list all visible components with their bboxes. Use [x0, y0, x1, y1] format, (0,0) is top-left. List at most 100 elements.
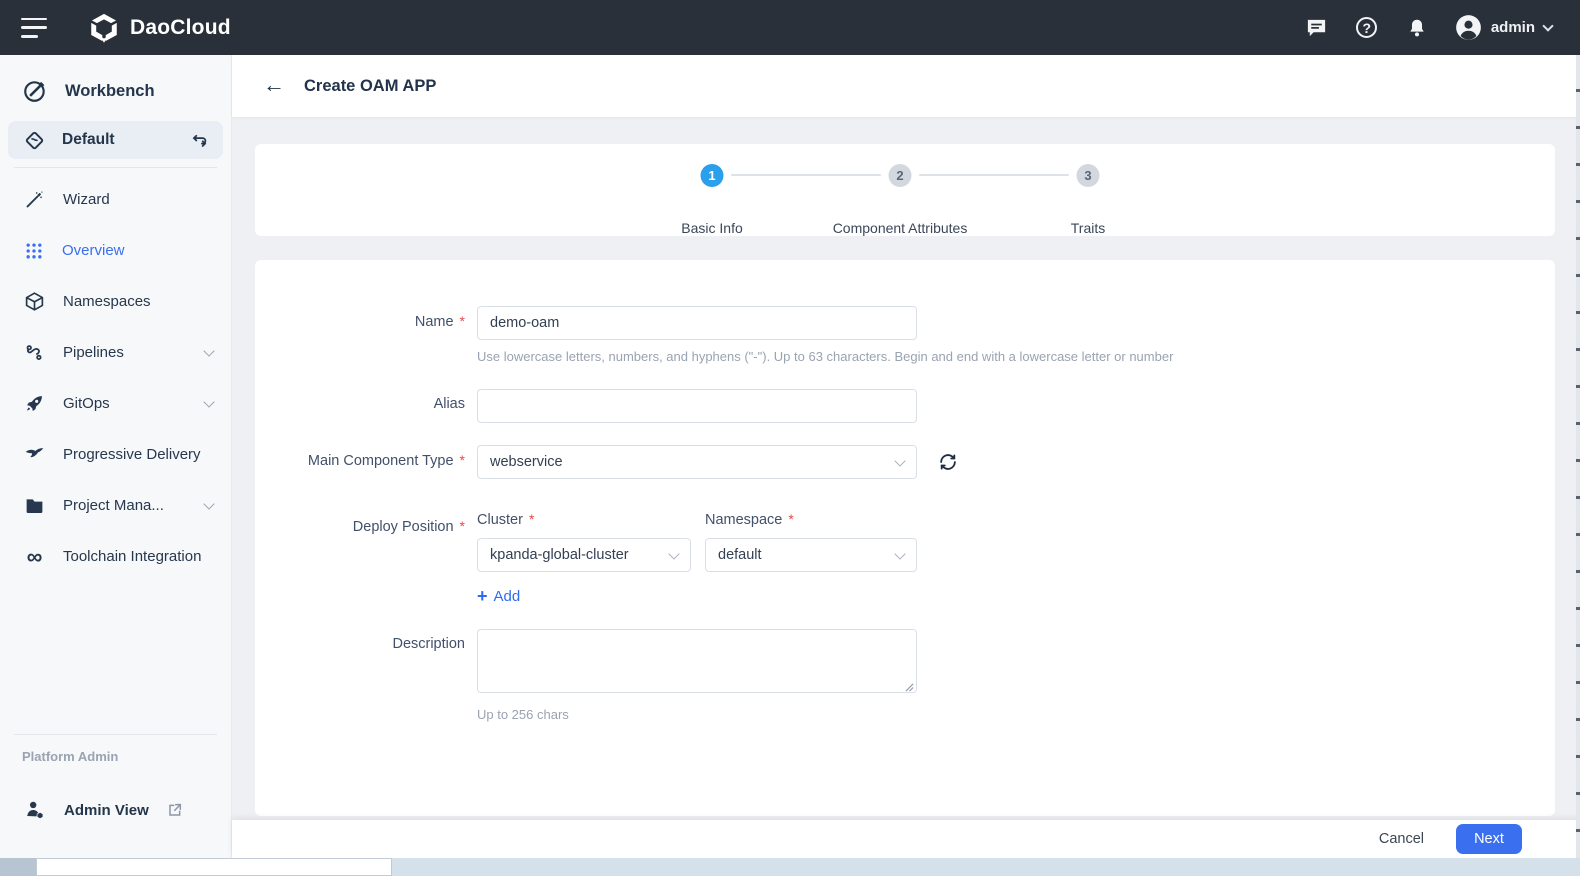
- admin-user-icon: [24, 799, 46, 821]
- namespace-select[interactable]: default: [705, 538, 917, 572]
- username: admin: [1490, 19, 1535, 36]
- horizontal-scrollbar[interactable]: [0, 858, 1580, 876]
- scrollbar-corner: [0, 858, 36, 876]
- form-footer: Cancel Next: [232, 820, 1580, 858]
- sidebar-item-workbench[interactable]: Workbench: [22, 71, 231, 111]
- main-component-type-select[interactable]: webservice: [477, 445, 917, 479]
- deploy-position-label: Deploy Position *: [352, 518, 465, 535]
- namespaces-cube-icon: [24, 291, 45, 312]
- step-component-attributes[interactable]: 2 Component Attributes: [833, 164, 967, 236]
- refresh-icon[interactable]: [937, 451, 959, 473]
- sidebar-divider: [14, 167, 217, 168]
- chevron-down-icon: [203, 344, 215, 357]
- description-textarea[interactable]: [477, 629, 917, 693]
- notifications-bell-icon[interactable]: [1405, 16, 1429, 40]
- daocloud-logo-icon: [87, 11, 121, 45]
- sidebar-item-pipelines[interactable]: Pipelines: [0, 327, 231, 378]
- add-label: Add: [493, 587, 521, 605]
- description-row: Description Up to 256 chars: [255, 629, 1555, 722]
- menu-toggle-icon[interactable]: [21, 17, 47, 38]
- pipelines-icon: [24, 342, 45, 363]
- sidebar-item-gitops[interactable]: GitOps: [0, 378, 231, 429]
- main-component-type-label: Main Component Type *: [307, 452, 465, 469]
- required-marker: *: [459, 452, 465, 468]
- brand-name: DaoCloud: [130, 15, 231, 39]
- messages-icon[interactable]: [1305, 16, 1329, 40]
- vertical-scrollbar[interactable]: [1576, 55, 1580, 858]
- required-marker: *: [459, 518, 465, 534]
- workspace-selector-default[interactable]: Default: [8, 121, 223, 159]
- page-title: Create OAM APP: [304, 76, 437, 95]
- step-traits[interactable]: 3 Traits: [1071, 164, 1105, 236]
- name-label: Name *: [414, 313, 465, 330]
- next-button[interactable]: Next: [1456, 824, 1522, 854]
- chevron-down-icon: [1542, 19, 1554, 32]
- avatar-icon: [1455, 14, 1482, 41]
- step-label: Traits: [1070, 220, 1106, 236]
- step-number: 3: [1076, 164, 1100, 187]
- topbar: DaoCloud ? admin: [0, 0, 1580, 55]
- cluster-value: kpanda-global-cluster: [490, 547, 629, 563]
- sidebar-item-label: Overview: [62, 242, 125, 259]
- namespace-label: Namespace *: [705, 511, 794, 528]
- horizontal-scrollbar-thumb[interactable]: [36, 858, 392, 876]
- cluster-label: Cluster *: [477, 511, 535, 528]
- page-header: ← Create OAM APP: [232, 55, 1580, 117]
- brand[interactable]: DaoCloud: [87, 11, 231, 45]
- main-component-type-value: webservice: [490, 454, 563, 470]
- required-marker: *: [528, 511, 535, 527]
- step-connector: [919, 174, 1069, 176]
- sidebar-item-project-management[interactable]: Project Mana...: [0, 480, 231, 531]
- wizard-wand-icon: [24, 189, 45, 210]
- deploy-position-row: Deploy Position* Cluster* Namespace*: [255, 511, 1555, 605]
- gitops-rocket-icon: [24, 393, 45, 414]
- sidebar-item-toolchain-integration[interactable]: ∞ Toolchain Integration: [0, 531, 231, 582]
- help-glyph: ?: [1362, 19, 1372, 36]
- step-basic-info[interactable]: 1 Basic Info: [681, 164, 743, 236]
- sidebar-item-label: Toolchain Integration: [63, 548, 202, 565]
- sidebar-item-progressive-delivery[interactable]: Progressive Delivery: [0, 429, 231, 480]
- main-component-type-row: Main Component Type * webservice: [255, 445, 1555, 479]
- infinity-icon: ∞: [26, 543, 43, 569]
- sidebar-bottom-divider: [14, 734, 217, 735]
- sidebar-item-label: Project Mana...: [63, 497, 164, 514]
- cancel-button[interactable]: Cancel: [1379, 831, 1424, 847]
- switch-workspace-icon[interactable]: [190, 131, 209, 150]
- overview-grid-icon: [24, 241, 44, 261]
- external-link-icon: [167, 802, 183, 818]
- sidebar-item-label: Progressive Delivery: [63, 446, 201, 463]
- workbench-icon: [22, 78, 48, 104]
- chevron-down-icon: [668, 548, 680, 560]
- chevron-down-icon: [894, 455, 906, 467]
- alias-label: Alias: [433, 396, 465, 412]
- sidebar-item-label: Pipelines: [63, 344, 124, 361]
- workspace-icon: [24, 130, 45, 151]
- sidebar-item-namespaces[interactable]: Namespaces: [0, 276, 231, 327]
- sidebar-item-admin-view[interactable]: Admin View: [24, 790, 231, 830]
- chevron-down-icon: [203, 497, 215, 510]
- plus-icon: +: [477, 586, 488, 606]
- sidebar: Workbench Default Wizard Overview Namesp…: [0, 55, 232, 858]
- description-hint: Up to 256 chars: [477, 707, 569, 722]
- step-number: 2: [888, 164, 912, 187]
- alias-input[interactable]: [477, 389, 917, 423]
- cluster-select[interactable]: kpanda-global-cluster: [477, 538, 691, 572]
- back-arrow-icon[interactable]: ←: [263, 74, 285, 96]
- add-deploy-position-button[interactable]: + Add: [477, 587, 520, 605]
- admin-view-label: Admin View: [64, 801, 149, 819]
- sidebar-item-overview[interactable]: Overview: [0, 225, 231, 276]
- sidebar-item-wizard[interactable]: Wizard: [0, 174, 231, 225]
- help-icon[interactable]: ?: [1355, 16, 1379, 40]
- name-input[interactable]: [477, 306, 917, 340]
- user-menu[interactable]: admin: [1455, 14, 1554, 41]
- basic-info-form: Name* Use lowercase letters, numbers, an…: [255, 260, 1555, 816]
- step-label: Basic Info: [681, 220, 743, 236]
- step-label: Component Attributes: [832, 220, 968, 236]
- content-area: 1 Basic Info 2 Component Attributes 3 Tr…: [232, 117, 1580, 820]
- namespace-value: default: [718, 547, 762, 563]
- required-marker: *: [788, 511, 794, 527]
- name-hint: Use lowercase letters, numbers, and hyph…: [477, 349, 1174, 364]
- required-marker: *: [459, 313, 465, 329]
- description-label: Description: [392, 636, 465, 652]
- sidebar-item-label: Namespaces: [63, 293, 151, 310]
